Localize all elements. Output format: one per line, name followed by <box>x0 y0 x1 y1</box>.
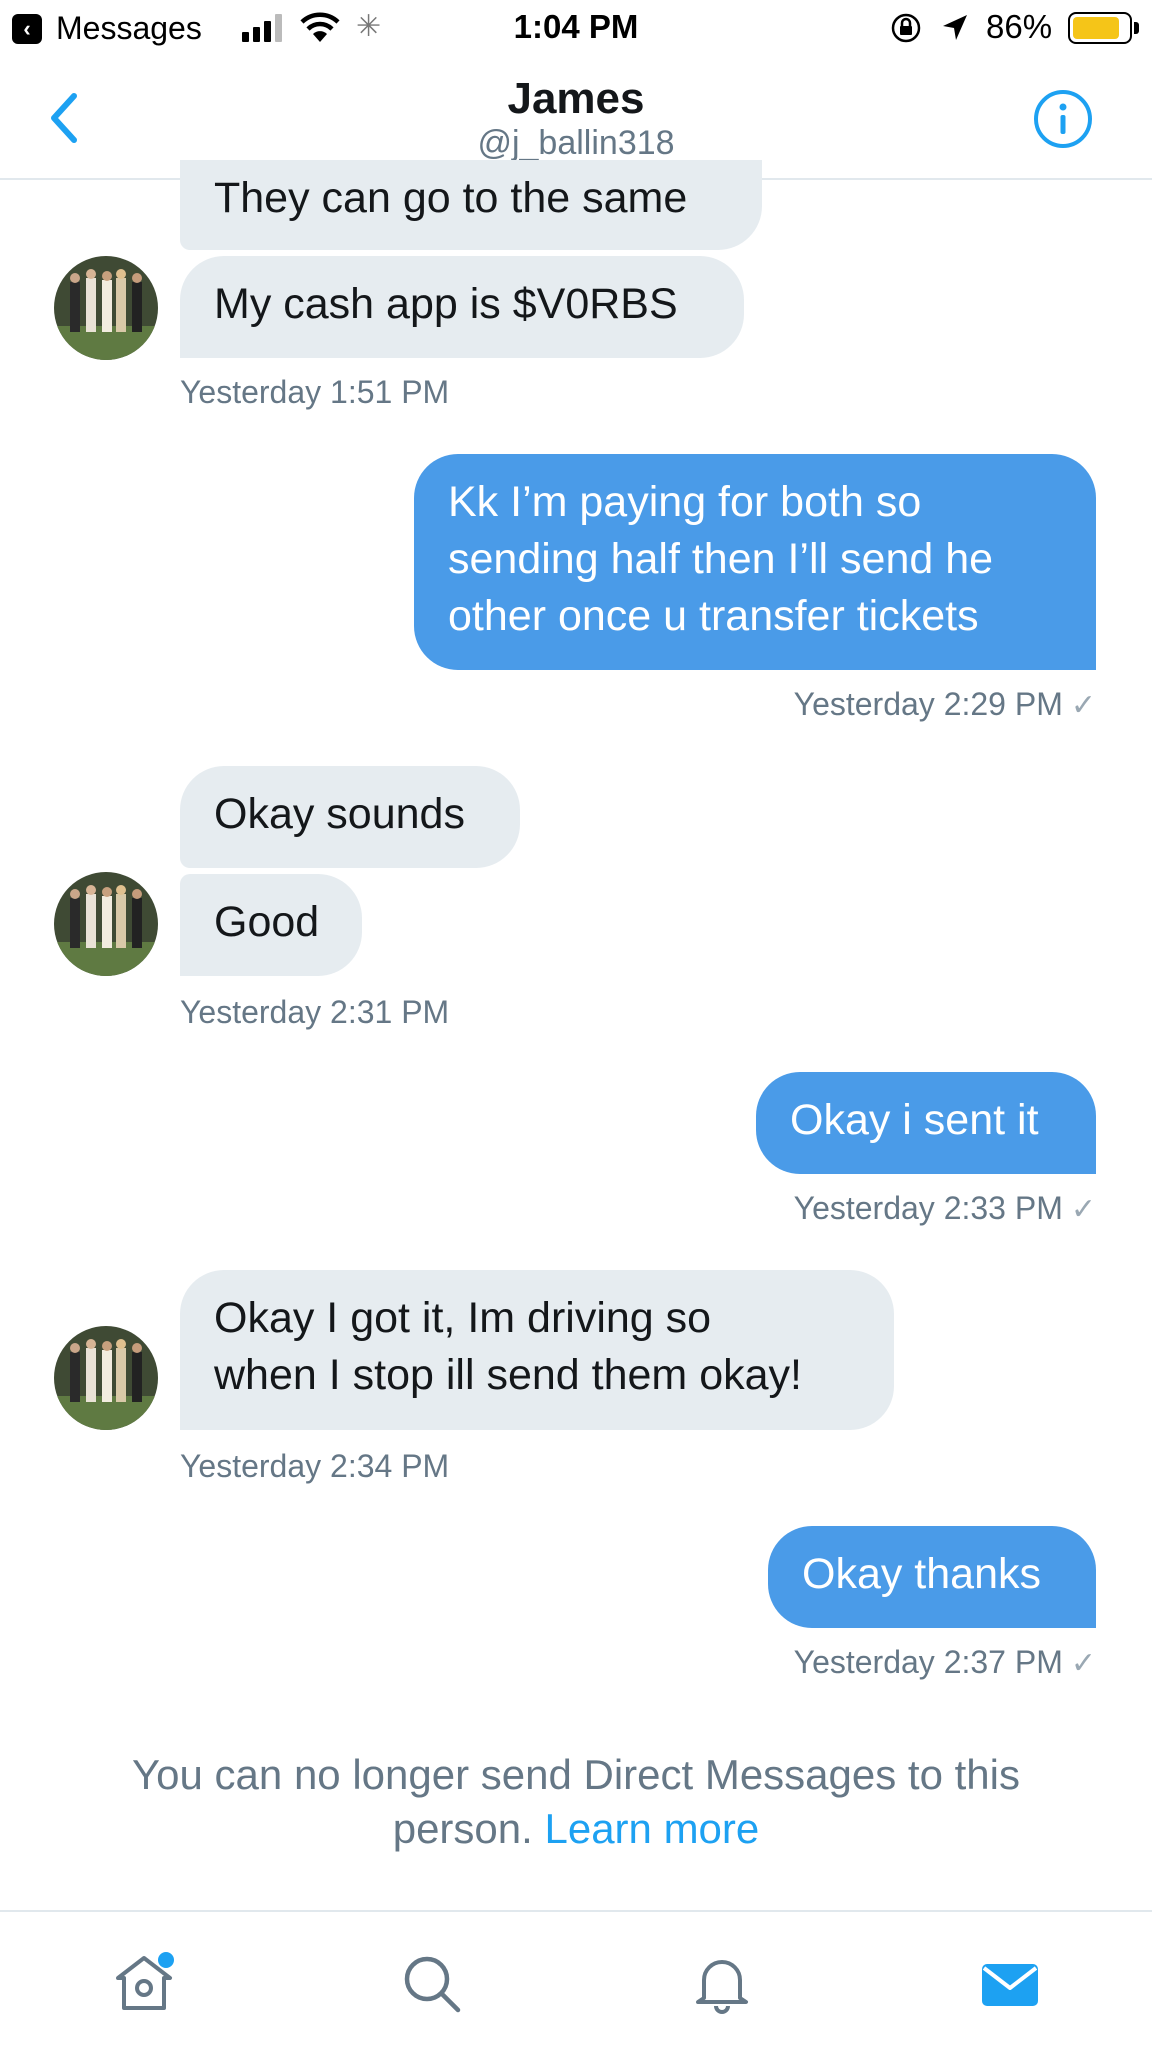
battery-nub <box>1134 22 1139 34</box>
read-check-icon: ✓ <box>1070 1647 1096 1680</box>
battery-percent: 86% <box>986 8 1053 45</box>
avatar-photo <box>54 1326 158 1430</box>
messages-icon[interactable] <box>978 1952 1042 2016</box>
info-icon[interactable] <box>1032 88 1094 150</box>
location-arrow-icon <box>943 15 967 40</box>
message-timestamp: Yesterday 2:37 PM ✓ <box>600 1644 1096 1681</box>
message-bubble-sent[interactable]: Okay i sent it <box>756 1072 1096 1174</box>
message-bubble-received[interactable]: Good <box>180 874 362 976</box>
orientation-lock-icon <box>891 13 921 43</box>
notifications-icon[interactable] <box>690 1952 754 2016</box>
message-timestamp: Yesterday 1:51 PM <box>180 374 450 410</box>
timestamp-text: Yesterday 2:37 PM <box>793 1644 1063 1680</box>
timestamp-text: Yesterday 2:33 PM <box>793 1190 1063 1226</box>
status-bar: ‹ Messages ✳ 1:04 PM 86% <box>0 0 1152 58</box>
learn-more-link[interactable]: Learn more <box>544 1805 759 1852</box>
message-bubble-received[interactable]: They can go to the same <box>180 160 762 250</box>
message-bubble-sent[interactable]: Okay thanks <box>768 1526 1096 1628</box>
clock: 1:04 PM <box>513 8 639 45</box>
search-icon[interactable] <box>400 1952 464 2016</box>
home-icon[interactable] <box>112 1952 176 2016</box>
battery-icon <box>1068 12 1132 44</box>
message-timestamp: Yesterday 2:31 PM <box>180 994 450 1030</box>
message-timestamp: Yesterday 2:33 PM ✓ <box>600 1190 1096 1227</box>
message-bubble-sent[interactable]: Kk I’m paying for both so sending half t… <box>414 454 1096 670</box>
battery-level <box>1073 17 1119 39</box>
avatar[interactable] <box>54 256 158 360</box>
conversation-name: James <box>507 74 645 123</box>
message-bubble-received[interactable]: My cash app is $V0RBS <box>180 256 744 358</box>
avatar[interactable] <box>54 872 158 976</box>
avatar-photo <box>54 256 158 360</box>
message-timestamp: Yesterday 2:34 PM <box>180 1448 450 1484</box>
read-check-icon: ✓ <box>1070 1193 1096 1226</box>
message-bubble-received[interactable]: Okay I got it, Im driving so when I stop… <box>180 1270 894 1430</box>
timestamp-text: Yesterday 2:29 PM <box>793 686 1063 722</box>
message-bubble-received[interactable]: Okay sounds <box>180 766 520 868</box>
unread-dot <box>158 1952 174 1968</box>
read-check-icon: ✓ <box>1070 689 1096 722</box>
message-timestamp: Yesterday 2:29 PM ✓ <box>600 686 1096 723</box>
avatar[interactable] <box>54 1326 158 1430</box>
avatar-photo <box>54 872 158 976</box>
conversation-handle: @j_ballin318 <box>477 124 675 162</box>
bottom-tab-bar <box>0 1910 1152 2050</box>
dm-disabled-notice: You can no longer send Direct Messages t… <box>60 1748 1092 1856</box>
